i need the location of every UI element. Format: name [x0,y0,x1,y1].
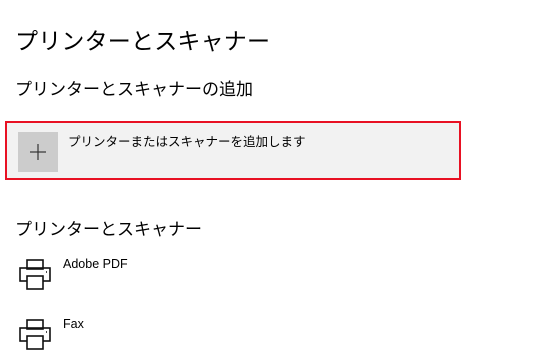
plus-icon [30,144,46,160]
add-printer-scanner-button[interactable]: プリンターまたはスキャナーを追加します [5,121,461,180]
add-tile [18,132,58,172]
add-printer-scanner-label: プリンターまたはスキャナーを追加します [68,134,306,149]
add-section-title: プリンターとスキャナーの追加 [15,80,253,100]
printer-icon [19,319,51,350]
device-item-adobe-pdf[interactable]: Adobe PDF [15,254,315,298]
device-item-fax[interactable]: Fax [15,314,315,358]
device-name: Adobe PDF [63,257,128,271]
device-name: Fax [63,317,84,331]
printer-icon [19,259,51,290]
page-title: プリンターとスキャナー [15,29,271,55]
devices-section-title: プリンターとスキャナー [15,220,202,240]
